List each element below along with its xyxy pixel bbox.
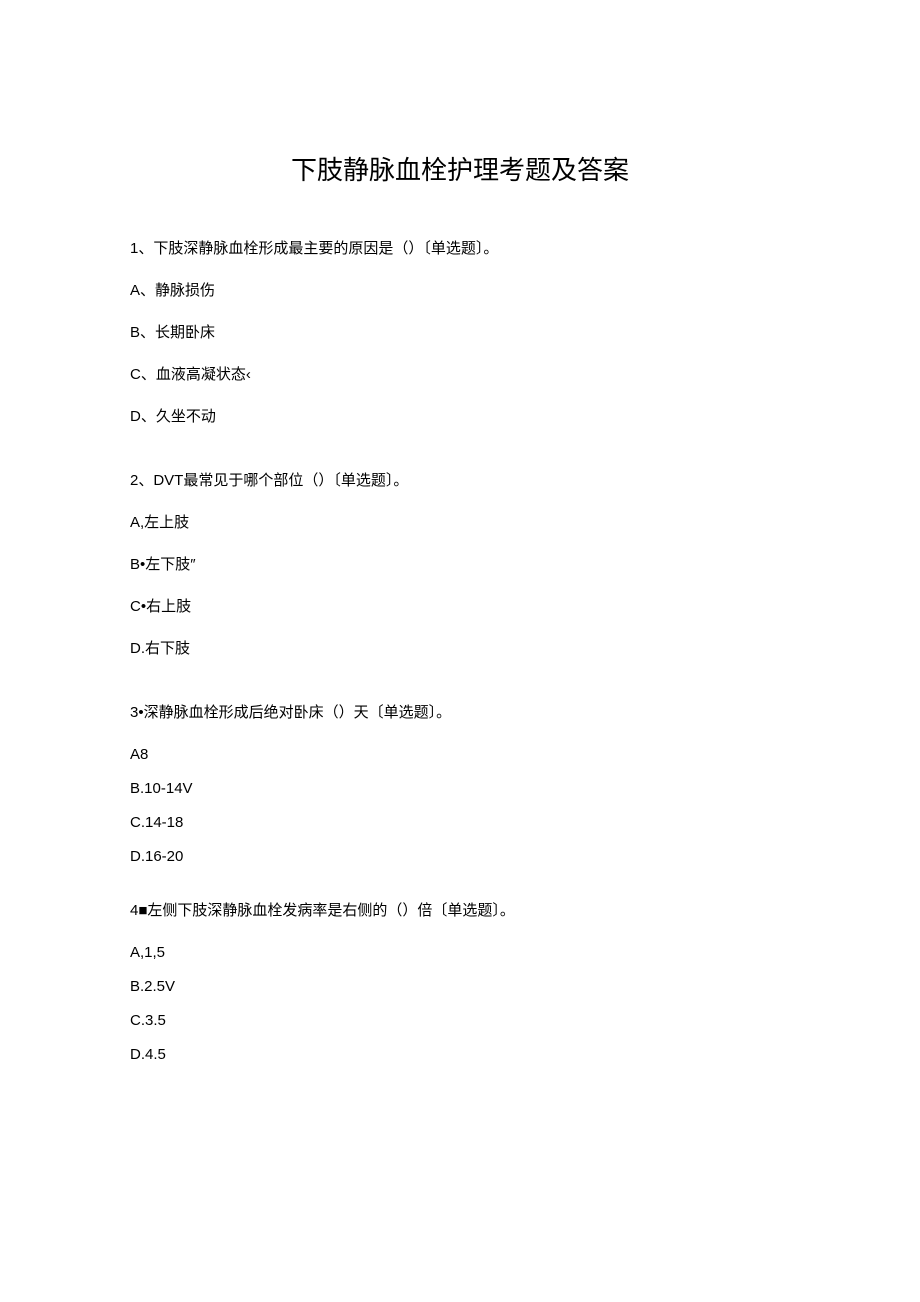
question-text: 4■左侧下肢深静脉血栓发病率是右侧的（）倍〔单选题〕。 (130, 899, 790, 923)
option-a: A、静脉损伤 (130, 279, 790, 303)
option-d: D.4.5 (130, 1043, 790, 1067)
option-b: B.10-14V (130, 777, 790, 801)
option-c: C.14-18 (130, 811, 790, 835)
question-block-1: 1、下肢深静脉血栓形成最主要的原因是（）〔单选题〕。 A、静脉损伤 B、长期卧床… (130, 237, 790, 429)
option-b: B•左下肢″ (130, 553, 790, 577)
option-d: D.右下肢 (130, 637, 790, 661)
option-c: C•右上肢 (130, 595, 790, 619)
option-b: B、长期卧床 (130, 321, 790, 345)
option-c: C、血液高凝状态‹ (130, 363, 790, 387)
question-text: 1、下肢深静脉血栓形成最主要的原因是（）〔单选题〕。 (130, 237, 790, 261)
option-a: A,左上肢 (130, 511, 790, 535)
document-title: 下肢静脉血栓护理考题及答案 (130, 150, 790, 187)
question-text: 3•深静脉血栓形成后绝对卧床（）天〔单选题〕。 (130, 701, 790, 725)
option-a: A,1,5 (130, 941, 790, 965)
question-block-2: 2、DVT最常见于哪个部位（）〔单选题〕。 A,左上肢 B•左下肢″ C•右上肢… (130, 469, 790, 661)
option-c: C.3.5 (130, 1009, 790, 1033)
option-d: D、久坐不动 (130, 405, 790, 429)
question-block-4: 4■左侧下肢深静脉血栓发病率是右侧的（）倍〔单选题〕。 A,1,5 B.2.5V… (130, 899, 790, 1067)
option-d: D.16-20 (130, 845, 790, 869)
question-block-3: 3•深静脉血栓形成后绝对卧床（）天〔单选题〕。 A8 B.10-14V C.14… (130, 701, 790, 869)
option-a: A8 (130, 743, 790, 767)
option-b: B.2.5V (130, 975, 790, 999)
question-text: 2、DVT最常见于哪个部位（）〔单选题〕。 (130, 469, 790, 493)
